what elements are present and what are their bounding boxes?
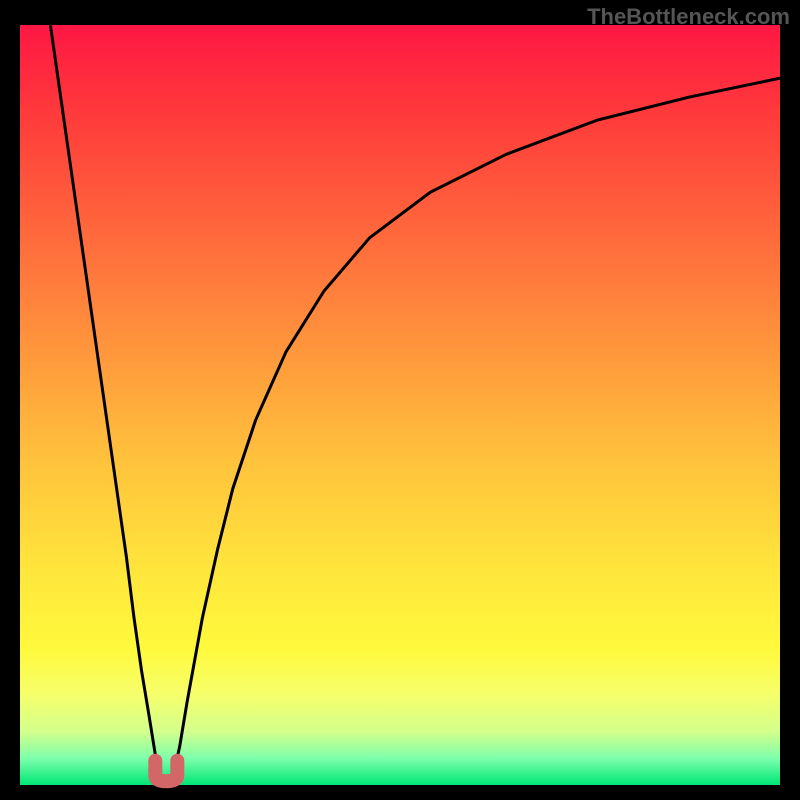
- plot-area: [20, 25, 780, 785]
- chart-container: TheBottleneck.com: [0, 0, 800, 800]
- bottleneck-chart: [0, 0, 800, 800]
- watermark-text: TheBottleneck.com: [587, 4, 790, 30]
